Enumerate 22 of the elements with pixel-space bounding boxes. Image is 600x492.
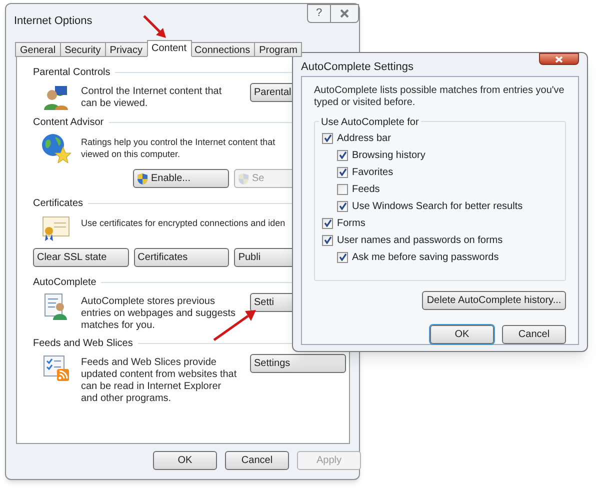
checkbox-label: User names and passwords on forms xyxy=(337,234,503,248)
checkbox-label: Forms xyxy=(337,216,366,230)
section-description: AutoComplete stores previous entries on webpages and suggests matches for you. xyxy=(81,295,237,332)
checkbox-label: Favorites xyxy=(352,166,394,180)
section-title: AutoComplete xyxy=(33,276,96,290)
section-description: Ratings help you control the Internet content that viewed on this computer. xyxy=(81,136,276,160)
checkbox-label: Use Windows Search for better results xyxy=(352,200,523,214)
section-title: Feeds and Web Slices xyxy=(33,336,133,350)
dialog-description: AutoComplete lists possible matches from entries you've typed or visited before. xyxy=(314,85,566,109)
section-title: Content Advisor xyxy=(33,116,104,130)
checkbox-label: Browsing history xyxy=(352,148,426,162)
section-description: Feeds and Web Slices provide updated content from websites that can be read in Internet Explorer and other programs. xyxy=(81,356,238,405)
window-title: Internet Options xyxy=(14,14,92,29)
checkbox-label: Address bar xyxy=(337,132,391,146)
section-title: Parental Controls xyxy=(33,66,110,80)
checkbox-label: Feeds xyxy=(352,182,380,196)
window-title: AutoComplete Settings xyxy=(301,60,414,75)
group-title: Use AutoComplete for xyxy=(319,115,421,130)
section-title: Certificates xyxy=(33,196,84,210)
checkbox-label: Ask me before saving passwords xyxy=(352,250,499,264)
section-description: Use certificates for encrypted connections and iden xyxy=(81,217,286,229)
section-description: Control the Internet content that can be viewed. xyxy=(81,85,223,110)
